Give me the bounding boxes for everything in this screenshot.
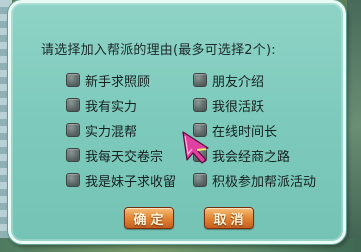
option-label: 我每天交卷宗 xyxy=(85,149,164,165)
checkbox[interactable] xyxy=(193,73,207,87)
arrow-cursor-icon xyxy=(182,131,209,164)
option-label: 在线时间长 xyxy=(212,124,278,140)
option-label: 我很活跃 xyxy=(212,99,265,115)
option-friend-referral[interactable]: 朋友介绍 xyxy=(193,70,264,90)
cancel-button[interactable]: 取消 xyxy=(204,207,254,229)
option-very-active[interactable]: 我很活跃 xyxy=(193,95,264,115)
background-scene-right xyxy=(347,0,361,252)
guild-join-reason-dialog: 请选择加入帮派的理由(最多可选择2个): 新手求照顾 我有实力 实力混帮 我每天… xyxy=(8,0,346,244)
option-label: 我会经商之路 xyxy=(212,149,291,165)
option-label: 新手求照顾 xyxy=(85,74,151,90)
option-label: 朋友介绍 xyxy=(212,74,265,90)
option-newbie-care[interactable]: 新手求照顾 xyxy=(66,70,150,90)
option-daily-scroll[interactable]: 我每天交卷宗 xyxy=(66,145,163,165)
checkbox[interactable] xyxy=(66,73,80,87)
checkbox[interactable] xyxy=(66,148,80,162)
confirm-button[interactable]: 确定 xyxy=(124,207,174,229)
option-have-strength[interactable]: 我有实力 xyxy=(66,95,137,115)
checkbox[interactable] xyxy=(193,98,207,112)
checkbox[interactable] xyxy=(66,123,80,137)
option-label: 积极参加帮派活动 xyxy=(212,174,317,190)
checkbox[interactable] xyxy=(66,98,80,112)
option-strength-mix[interactable]: 实力混帮 xyxy=(66,120,137,140)
checkbox[interactable] xyxy=(66,173,80,187)
option-guild-activities[interactable]: 积极参加帮派活动 xyxy=(193,170,316,190)
option-label: 我有实力 xyxy=(85,99,138,115)
option-label: 我是妹子求收留 xyxy=(85,174,177,190)
dialog-prompt: 请选择加入帮派的理由(最多可选择2个): xyxy=(41,43,276,58)
checkbox[interactable] xyxy=(193,173,207,187)
option-girl-shelter[interactable]: 我是妹子求收留 xyxy=(66,170,176,190)
option-label: 实力混帮 xyxy=(85,124,138,140)
